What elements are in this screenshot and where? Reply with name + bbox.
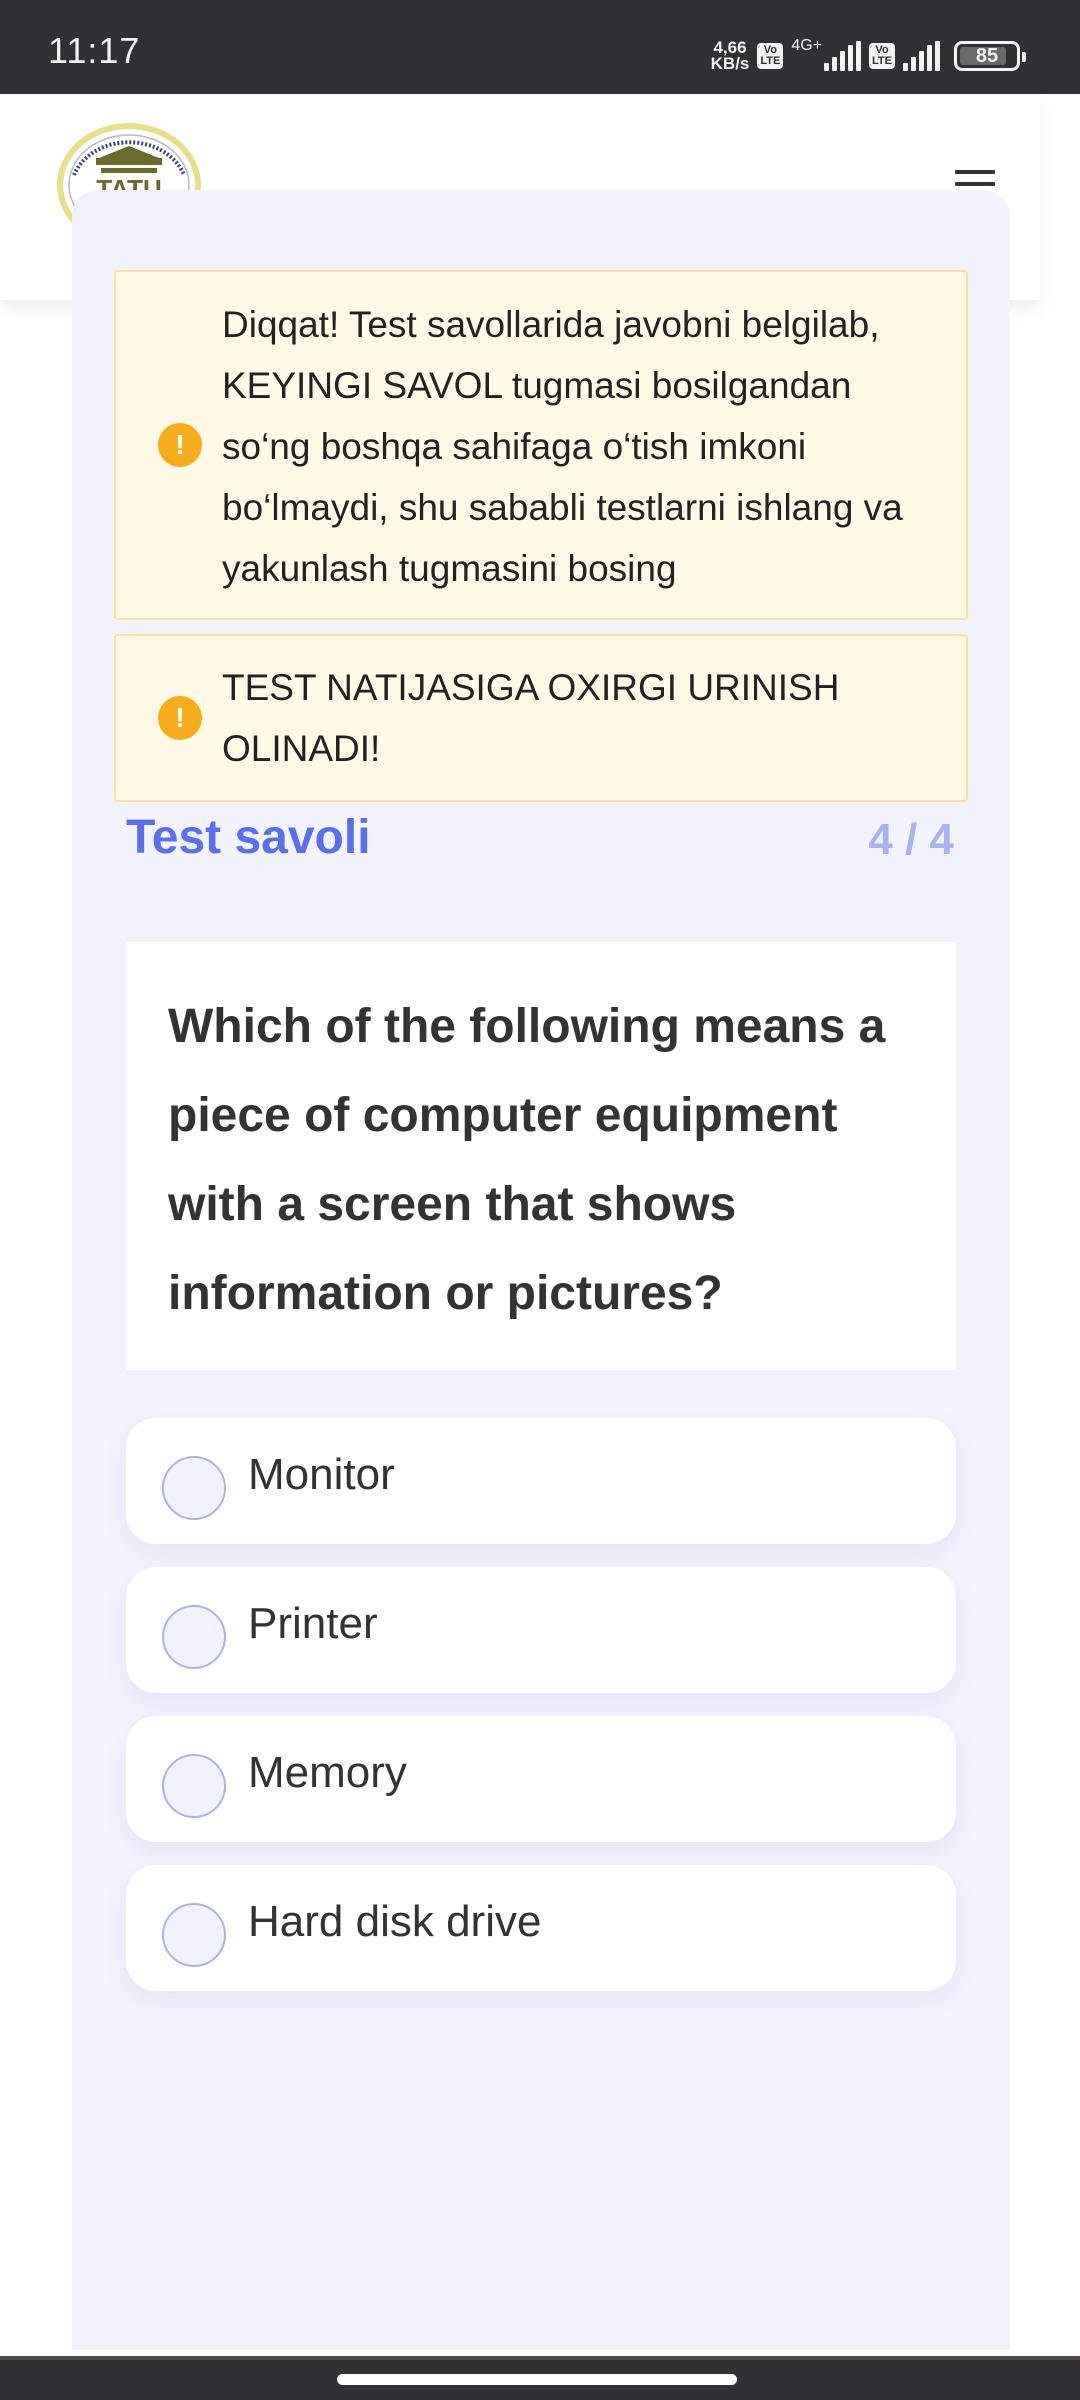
warning-icon: !: [158, 696, 202, 740]
answer-option-label: Monitor: [248, 1450, 395, 1499]
net-speed: 4,66 KB/s: [710, 39, 750, 73]
battery-percent: 85: [975, 44, 999, 67]
net-speed-unit: KB/s: [710, 54, 750, 73]
radio-button[interactable]: [162, 1456, 226, 1520]
answer-option-hard-disk-drive[interactable]: Hard disk drive: [126, 1865, 956, 1991]
radio-button[interactable]: [162, 1903, 226, 1967]
signal-strength-icon-sim2: [903, 41, 940, 71]
status-time: 11:17: [48, 30, 141, 71]
home-gesture-handle[interactable]: [337, 2374, 737, 2385]
question-card: Which of the following means a piece of …: [126, 942, 956, 1370]
answer-option-label: Memory: [248, 1748, 407, 1797]
question-text: Which of the following means a piece of …: [168, 1000, 886, 1320]
signal-strength-icon-sim1: [824, 41, 862, 71]
warning-alert-navigation: ! Diqqat! Test savollarida javobni belgi…: [114, 270, 968, 620]
volte-icon: Vo LTE: [757, 43, 784, 69]
status-icons: 4,66 KB/s Vo LTE 4G+ Vo LTE 85: [710, 36, 1026, 76]
warning-alert-text: TEST NATIJASIGA OXIRGI URINISH OLINADI!: [222, 667, 840, 769]
volte-icon-sim2: Vo LTE: [869, 43, 895, 69]
answer-options: Monitor Printer Memory Hard disk drive: [126, 1418, 956, 2014]
section-title: Test savoli: [126, 811, 371, 864]
answer-option-label: Hard disk drive: [248, 1897, 542, 1946]
question-counter: 4 / 4: [868, 815, 954, 864]
battery-icon: 85: [954, 41, 1026, 71]
warning-alert-text: Diqqat! Test savollarida javobni belgila…: [222, 303, 903, 589]
answer-option-printer[interactable]: Printer: [126, 1567, 956, 1693]
system-navigation-bar: [0, 2356, 1080, 2400]
warning-alert-last-attempt: ! TEST NATIJASIGA OXIRGI URINISH OLINADI…: [114, 634, 968, 802]
warning-icon: !: [158, 423, 202, 467]
answer-option-monitor[interactable]: Monitor: [126, 1418, 956, 1544]
answer-option-memory[interactable]: Memory: [126, 1716, 956, 1842]
status-bar: 11:17 4,66 KB/s Vo LTE 4G+ Vo LTE 85: [0, 0, 1080, 94]
radio-button[interactable]: [162, 1605, 226, 1669]
answer-option-label: Printer: [248, 1599, 378, 1648]
radio-button[interactable]: [162, 1754, 226, 1818]
network-type: 4G+: [791, 37, 823, 54]
